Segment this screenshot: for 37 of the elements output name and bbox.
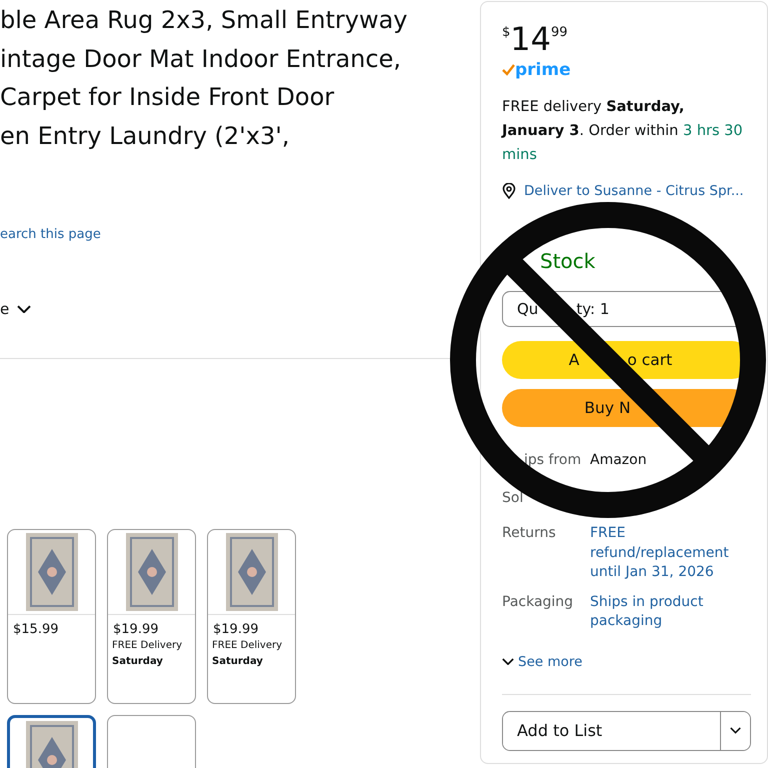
product-title-line: Carpet for Inside Front Door — [0, 82, 334, 113]
product-title-line: intage Door Mat Indoor Entrance, — [0, 44, 401, 74]
chevron-down-icon — [730, 727, 741, 734]
product-thumbnail[interactable]: $19.99 FREE Delivery Saturday — [107, 529, 196, 704]
detail-link[interactable]: FREE refund/replacement until Jan 31, 2026 — [590, 524, 751, 582]
see-more-link[interactable]: See more — [518, 654, 582, 670]
detail-value: Amazon — [590, 451, 648, 470]
detail-label: Packaging — [502, 592, 574, 612]
list-options-button[interactable] — [720, 712, 750, 750]
product-title-line: en Entry Laundry (2'x3', — [0, 120, 290, 152]
price-fraction: 99 — [551, 25, 568, 40]
chevron-down-icon — [502, 658, 514, 666]
thumbnail-delivery: FREE Delivery — [111, 639, 184, 653]
thumbnail-price: $19.99 — [112, 621, 160, 637]
detail-link[interactable]: Ships in product packaging — [590, 592, 751, 632]
detail-label: Returns — [502, 524, 556, 543]
checkmark-icon — [502, 64, 515, 76]
product-thumbnail[interactable]: $15.99 — [7, 529, 96, 704]
thumbnail-delivery-day: Saturday — [108, 653, 195, 669]
deliver-to-link[interactable]: Deliver to Susanne - Citrus Spr... — [524, 183, 744, 199]
thumbnail-delivery: FREE Delivery — [211, 639, 284, 653]
thumbnail-price: $19.99 — [212, 621, 260, 637]
price-whole: 14 — [510, 20, 551, 58]
product-thumbnail[interactable]: $19.99 FREE Delivery Saturday — [207, 529, 296, 704]
detail-label: ips from — [524, 451, 582, 470]
thumbnail-price: $15.99 — [12, 621, 60, 637]
delivery-info: FREE delivery Saturday, January 3. Order within 3 hrs 30 mins — [502, 98, 744, 165]
prime-logo: prime — [515, 60, 571, 80]
stock-status: Stock — [540, 249, 596, 273]
thumbnail-delivery-day: Saturday — [208, 653, 295, 669]
dropdown-label[interactable]: e — [0, 300, 10, 318]
search-page-link[interactable]: earch this page — [0, 227, 101, 242]
location-pin-icon — [502, 183, 516, 199]
detail-label: Sol — [502, 488, 524, 508]
product-title-line: ble Area Rug 2x3, Small Entryway — [0, 5, 408, 36]
currency-symbol: $ — [502, 25, 510, 40]
chevron-down-icon — [17, 304, 32, 314]
